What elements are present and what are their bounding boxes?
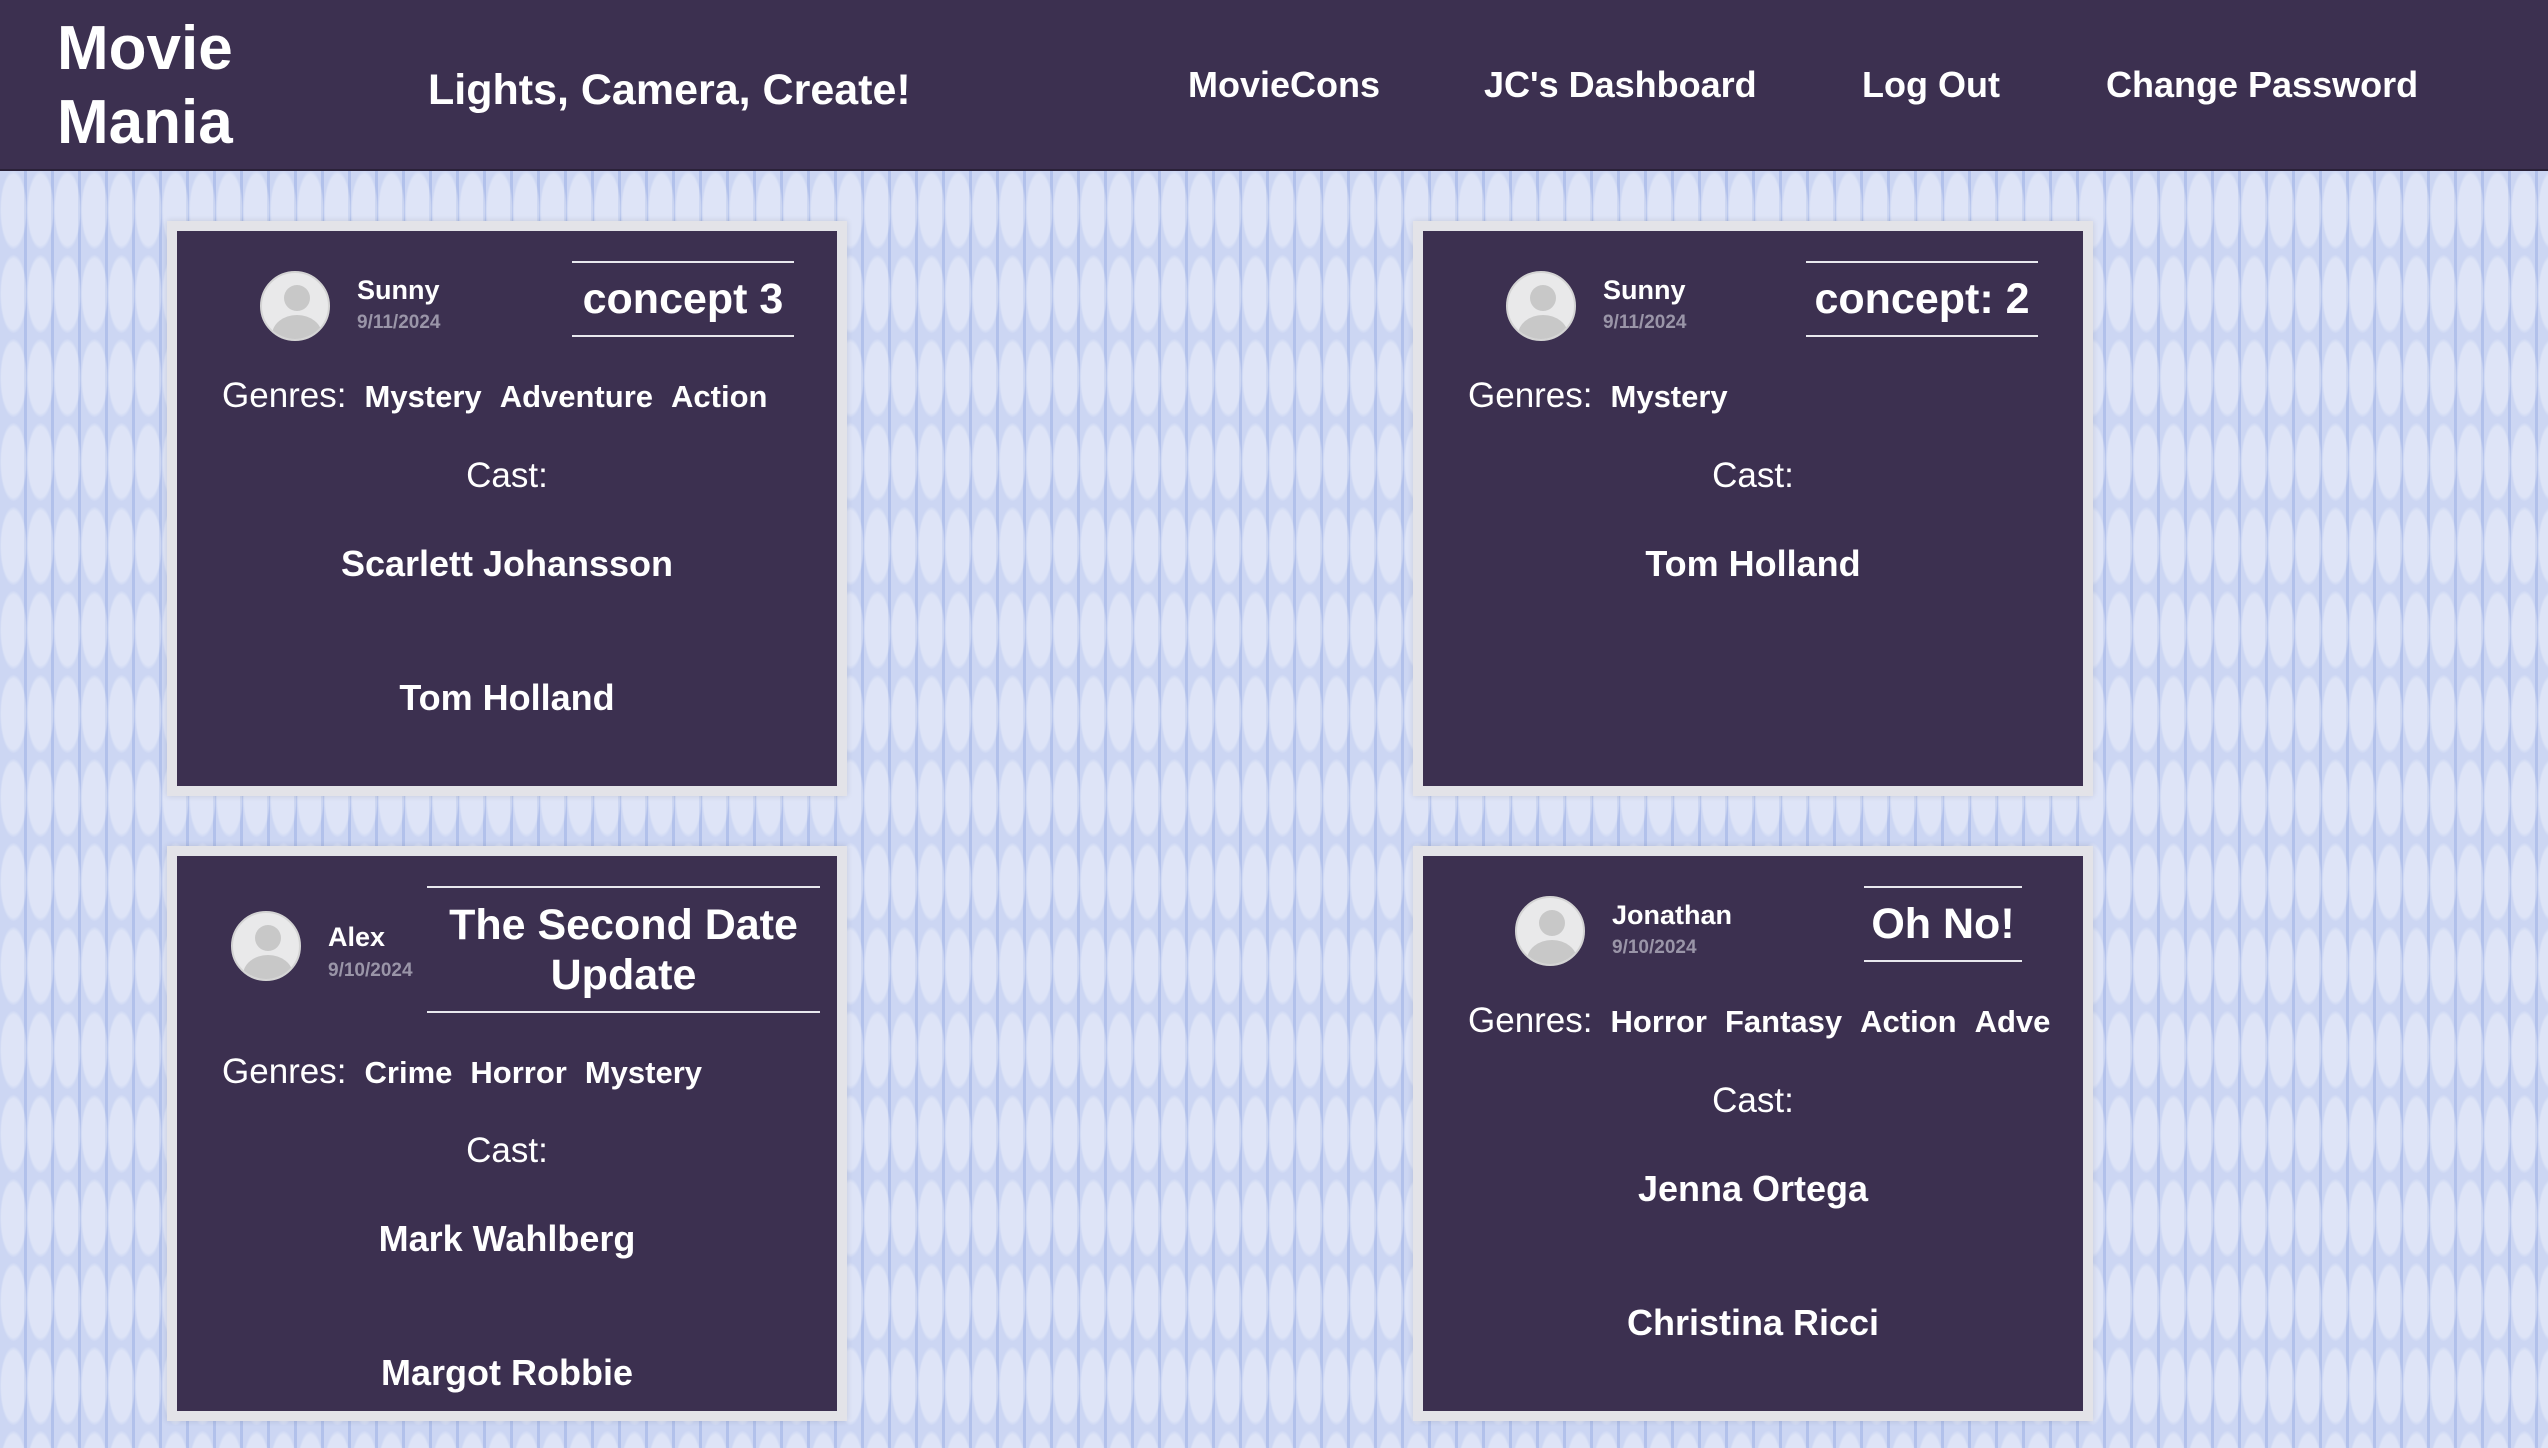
cast-member: Tom Holland (1645, 543, 1861, 584)
movie-card[interactable]: Sunny 9/11/2024 concept: 2 Genres: Myster… (1413, 221, 2093, 796)
genres-label: Genres: (222, 376, 347, 415)
avatar-icon (1515, 896, 1585, 966)
cast-member: Christina Ricci (1626, 1302, 1880, 1343)
genre-tag: Horror (470, 1055, 567, 1090)
nav-link-logout[interactable]: Log Out (1862, 64, 2000, 106)
genre-tag: Action (671, 379, 768, 414)
genre-tag: Adve (1974, 1004, 2051, 1039)
genres-label: Genres: (1468, 376, 1593, 415)
cast-label: Cast: (466, 456, 548, 495)
cast-member: Mark Wahlberg (378, 1218, 636, 1259)
movie-card[interactable]: Jonathan 9/10/2024 Oh No! Genres: Horror F… (1413, 846, 2093, 1421)
card-date: 9/11/2024 (357, 312, 441, 333)
card-title: concept 3 (572, 261, 794, 337)
genre-tag: Fantasy (1724, 1004, 1843, 1039)
cast-label: Cast: (1712, 1081, 1794, 1120)
tagline: Lights, Camera, Create! (428, 66, 911, 114)
card-date: 9/10/2024 (1612, 937, 1697, 958)
genres-row: Genres: Horror Fantasy Action Adve (1468, 1001, 2068, 1041)
genre-tag: Crime (364, 1055, 453, 1090)
genres-row: Genres: Crime Horror Mystery (222, 1052, 720, 1092)
genre-tag: Action (1860, 1004, 1957, 1039)
cast-label: Cast: (1712, 456, 1794, 495)
avatar-icon (231, 911, 301, 981)
card-title: concept: 2 (1806, 261, 2038, 337)
card-author: Alex (328, 922, 386, 952)
genre-tag: Mystery (1610, 379, 1728, 414)
movie-card[interactable]: Alex 9/10/2024 The Second Date Update Ge… (167, 846, 847, 1421)
cast-member: Jenna Ortega (1637, 1168, 1869, 1209)
avatar-icon (1506, 271, 1576, 341)
card-title: Oh No! (1864, 886, 2022, 962)
genres-row: Genres: Mystery (1468, 376, 1746, 416)
site-logo[interactable]: Movie Mania (57, 12, 277, 160)
genre-tag: Horror (1610, 1004, 1707, 1039)
card-author: Sunny (357, 275, 440, 305)
genre-tag: Mystery (364, 379, 482, 414)
card-title: The Second Date Update (427, 886, 820, 1013)
cast-member: Margot Robbie (381, 1352, 633, 1393)
nav-link-moviecons[interactable]: MovieCons (1188, 64, 1380, 106)
card-author: Jonathan (1612, 900, 1733, 930)
cast-member: Scarlett Johansson (340, 543, 674, 584)
cast-label: Cast: (466, 1131, 548, 1170)
avatar-icon (260, 271, 330, 341)
genres-label: Genres: (222, 1052, 347, 1091)
card-author: Sunny (1603, 275, 1686, 305)
cast-member: Tom Holland (399, 677, 615, 718)
genres-label: Genres: (1468, 1001, 1593, 1040)
nav-link-change-password[interactable]: Change Password (2106, 64, 2418, 106)
card-date: 9/11/2024 (1603, 312, 1687, 333)
genre-tag: Adventure (499, 379, 653, 414)
navbar: Movie Mania Lights, Camera, Create! Movi… (0, 0, 2548, 171)
genres-row: Genres: Mystery Adventure Action (222, 376, 785, 416)
card-date: 9/10/2024 (328, 960, 413, 981)
genre-tag: Mystery (584, 1055, 703, 1090)
nav-link-dashboard[interactable]: JC's Dashboard (1484, 64, 1757, 106)
movie-card[interactable]: Sunny 9/11/2024 concept 3 Genres: Mystery… (167, 221, 847, 796)
